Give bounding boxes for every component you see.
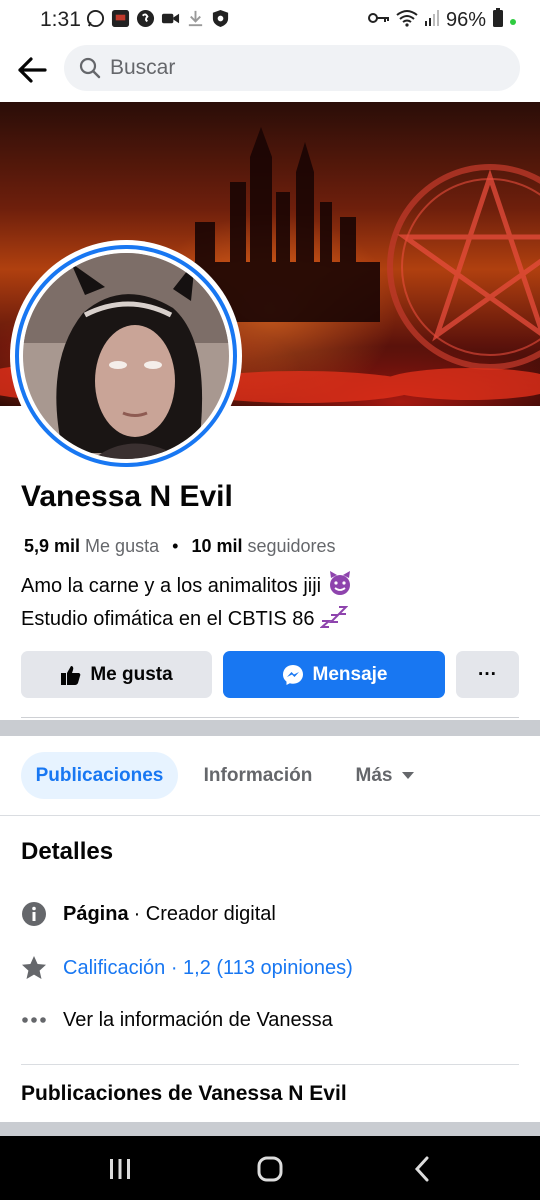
likes-count: 5,9 mil — [24, 536, 81, 556]
smiling-devil-icon — [327, 570, 353, 605]
shazam-icon — [136, 9, 155, 28]
likes-label: Me gusta — [85, 536, 160, 556]
messenger-icon — [282, 664, 303, 685]
followers-label: seguidores — [247, 536, 336, 556]
like-button-label: Me gusta — [90, 663, 173, 685]
battery-icon — [492, 8, 504, 33]
back-arrow-icon — [18, 57, 47, 83]
profile-stats: 5,9 mil Me gusta • 10 mil seguidores — [24, 536, 336, 557]
profile-bio: Amo la carne y a los animalitos jiji Est… — [21, 570, 353, 638]
see-info-text: Ver la información de Vanessa — [63, 1008, 333, 1031]
dropdown-caret-icon — [402, 771, 415, 779]
back-button[interactable] — [12, 50, 52, 90]
tab-label: Información — [203, 764, 313, 786]
posts-heading: Publicaciones de Vanessa N Evil — [21, 1082, 347, 1105]
status-right: 96% — [367, 8, 516, 33]
star-icon — [20, 954, 48, 982]
section-divider — [0, 720, 540, 736]
detail-see-info[interactable]: Ver la información de Vanessa — [20, 1004, 333, 1036]
page-category: · Creador digital — [133, 902, 276, 925]
system-nav-bar — [0, 1136, 540, 1200]
followers-count: 10 mil — [191, 536, 243, 556]
page-label: Página — [63, 902, 129, 925]
profile-name: Vanessa N Evil — [21, 480, 233, 513]
status-bar: 1:31 96% — [0, 0, 540, 40]
top-header: Buscar — [0, 40, 540, 102]
video-icon — [161, 9, 180, 28]
search-input[interactable]: Buscar — [64, 45, 520, 91]
stats-separator: • — [172, 536, 179, 556]
battery-percent: 96% — [445, 9, 486, 31]
recent-apps-icon — [110, 1159, 130, 1179]
recent-apps-button[interactable] — [90, 1150, 150, 1188]
bio-line-1: Amo la carne y a los animalitos jiji — [21, 575, 322, 597]
tab-label: Publicaciones — [35, 764, 164, 786]
tabs-divider — [0, 815, 540, 816]
divider — [21, 717, 519, 718]
wifi-icon — [396, 9, 418, 32]
whatsapp-icon — [86, 9, 105, 28]
tab-publicaciones[interactable]: Publicaciones — [21, 752, 178, 799]
more-dots-icon: ··· — [478, 663, 497, 685]
chevron-left-icon — [414, 1156, 429, 1182]
charging-dot-icon — [510, 12, 516, 30]
bio-line-2: Estudio ofimática en el CBTIS 86 — [21, 608, 315, 630]
thumbs-up-icon — [61, 665, 81, 685]
like-page-button[interactable]: Me gusta — [21, 651, 212, 698]
details-divider — [21, 1064, 519, 1065]
tab-informacion[interactable]: Información — [190, 752, 326, 799]
message-button[interactable]: Mensaje — [223, 651, 445, 698]
home-icon — [257, 1156, 283, 1182]
more-options-button[interactable]: ··· — [456, 651, 519, 698]
detail-page-category: Página · Creador digital — [20, 898, 276, 930]
section-divider-bottom — [0, 1122, 540, 1136]
profile-avatar[interactable] — [10, 240, 242, 472]
status-time: 1:31 — [40, 8, 81, 31]
message-button-label: Mensaje — [312, 663, 388, 685]
signal-icon — [424, 9, 440, 32]
news-icon — [111, 9, 130, 28]
more-horizontal-icon — [20, 1006, 48, 1034]
tab-label: Más — [355, 764, 393, 786]
search-placeholder: Buscar — [110, 56, 176, 79]
search-icon — [79, 57, 101, 79]
zzz-icon — [319, 605, 349, 638]
detail-rating[interactable]: Calificación · 1,2 (113 opiniones) — [20, 952, 353, 984]
info-icon — [20, 900, 48, 928]
rating-text: Calificación · 1,2 (113 opiniones) — [63, 956, 353, 979]
download-icon — [186, 9, 205, 28]
shield-icon — [211, 9, 230, 28]
tab-mas[interactable]: Más — [340, 752, 430, 799]
details-heading: Detalles — [21, 838, 114, 865]
key-icon — [367, 11, 390, 30]
story-ring — [15, 245, 237, 467]
notification-icons — [86, 9, 230, 28]
avatar-image — [23, 253, 229, 459]
home-button[interactable] — [240, 1150, 300, 1188]
system-back-button[interactable] — [392, 1150, 452, 1188]
